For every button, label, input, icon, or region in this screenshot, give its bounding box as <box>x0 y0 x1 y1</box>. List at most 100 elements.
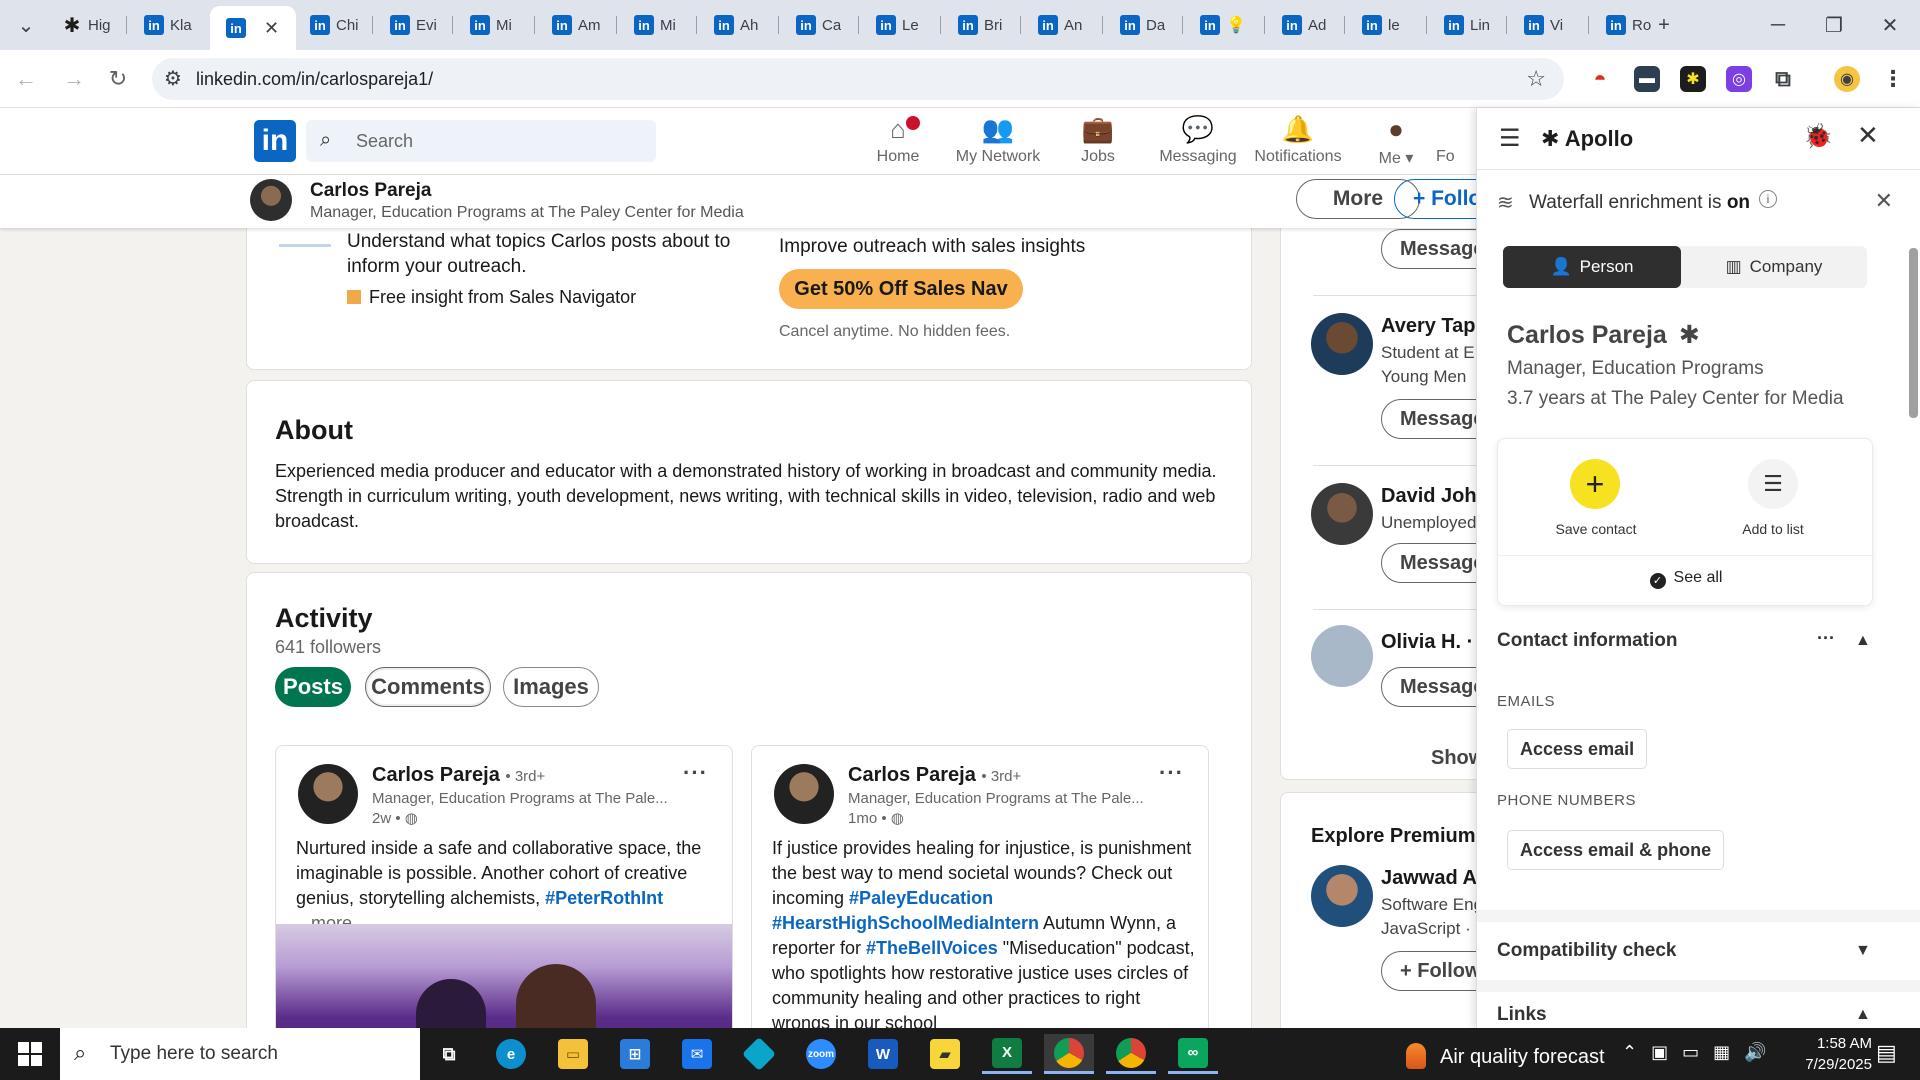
contact-information-heading[interactable]: Contact information <box>1497 630 1678 652</box>
linkedin-search-input[interactable]: ⌕ Search <box>306 120 656 162</box>
compatibility-check-heading[interactable]: Compatibility check <box>1497 940 1677 962</box>
close-icon[interactable]: ✕ <box>1857 120 1879 151</box>
app-diamond-icon[interactable] <box>734 1034 784 1074</box>
browser-tab[interactable]: in Ah <box>698 8 778 42</box>
activity-post-1[interactable]: Carlos Pareja • 3rd+ Manager, Education … <box>275 745 733 1071</box>
sticky-notes-icon[interactable]: ▰ <box>920 1034 970 1074</box>
site-info-icon[interactable]: ⚙ <box>164 66 182 91</box>
reload-button[interactable]: ↻ <box>98 59 138 99</box>
task-view-icon[interactable]: ⧉ <box>424 1034 474 1074</box>
address-bar[interactable]: ⚙ linkedin.com/in/carlospareja1/ ☆ <box>152 58 1564 100</box>
clock[interactable]: 1:58 AM 7/29/2025 <box>1782 1033 1872 1075</box>
chrome-profile-icon[interactable] <box>1106 1034 1156 1074</box>
screen-extension-icon[interactable]: ▬ <box>1634 66 1660 92</box>
nav-item-briefcase[interactable]: 💼 Jobs <box>1048 114 1148 166</box>
bookmark-star-icon[interactable]: ☆ <box>1526 66 1546 92</box>
notification-icon[interactable]: ▤ <box>1876 1040 1897 1066</box>
browser-tab[interactable]: in Lin <box>1428 8 1508 42</box>
weather-widget[interactable]: Air quality forecast <box>1406 1043 1605 1069</box>
filter-images-button[interactable]: Images <box>503 667 599 707</box>
zoom-icon[interactable]: zoom <box>796 1034 846 1074</box>
post-author[interactable]: Carlos Pareja • 3rd+ <box>372 764 545 787</box>
person-name[interactable]: Avery Tapp <box>1381 315 1488 338</box>
avatar[interactable] <box>298 764 358 824</box>
post-menu-icon[interactable]: ··· <box>1159 760 1184 786</box>
post-hashtag[interactable]: #PeterRothInt <box>545 888 663 908</box>
chrome-menu-icon[interactable]: ⋮ <box>1880 66 1906 92</box>
nav-item-network[interactable]: 👥 My Network <box>948 114 1048 166</box>
chevron-up-icon[interactable]: ▲ <box>1855 632 1871 650</box>
bug-report-icon[interactable]: 🐞 <box>1803 122 1833 151</box>
menu-icon[interactable]: ☰ <box>1499 124 1521 153</box>
browser-tab[interactable]: in 💡 <box>1184 8 1264 42</box>
camera-icon[interactable]: ▣ <box>1651 1042 1668 1063</box>
post-menu-icon[interactable]: ··· <box>683 760 708 786</box>
nav-item-avatar[interactable]: ● Me ▾ <box>1346 114 1446 168</box>
browser-tab[interactable]: in ✕ <box>210 6 296 50</box>
person-name[interactable]: David John <box>1381 485 1489 508</box>
new-tab-button[interactable]: + <box>1644 8 1684 42</box>
chevron-up-icon[interactable]: ▲ <box>1855 1006 1871 1024</box>
browser-tab[interactable]: in Le <box>860 8 940 42</box>
tab-company[interactable]: ▥ Company <box>1685 246 1863 288</box>
linkedin-logo-icon[interactable]: in <box>254 120 296 162</box>
close-banner-icon[interactable]: ✕ <box>1875 188 1893 214</box>
browser-tab[interactable]: in Mi <box>454 8 534 42</box>
person-name[interactable]: Olivia H. · 3 <box>1381 631 1490 654</box>
battery-icon[interactable]: ▭ <box>1682 1042 1699 1063</box>
edge-icon[interactable]: e <box>486 1034 536 1074</box>
avatar[interactable] <box>774 764 834 824</box>
extensions-puzzle-icon[interactable]: ⧉ <box>1770 66 1796 92</box>
person-name[interactable]: Jawwad Ah <box>1381 867 1489 890</box>
chevron-down-icon[interactable]: ▼ <box>1855 942 1871 960</box>
see-all-button[interactable]: ✓ See all <box>1498 569 1874 589</box>
browser-tab[interactable]: in Kla <box>128 8 208 42</box>
chrome-icon[interactable] <box>1044 1034 1094 1074</box>
filter-comments-button[interactable]: Comments <box>365 667 491 707</box>
activity-post-2[interactable]: Carlos Pareja • 3rd+ Manager, Education … <box>751 745 1209 1071</box>
browser-tab[interactable]: in Mi <box>618 8 698 42</box>
links-heading[interactable]: Links <box>1497 1004 1547 1026</box>
sales-nav-offer-button[interactable]: Get 50% Off Sales Nav <box>779 269 1023 309</box>
forward-button[interactable]: → <box>54 59 94 99</box>
back-button[interactable]: ← <box>6 59 46 99</box>
avatar[interactable] <box>1311 865 1373 927</box>
nav-item-bell[interactable]: 🔔 Notifications <box>1248 114 1348 166</box>
store-icon[interactable]: ⊞ <box>610 1034 660 1074</box>
browser-tab[interactable]: in Bri <box>942 8 1022 42</box>
access-email-phone-button[interactable]: Access email & phone <box>1507 830 1725 870</box>
browser-tab[interactable]: in Ca <box>780 8 860 42</box>
add-to-list-button[interactable]: ☰ <box>1748 459 1798 509</box>
apollo-scrollbar[interactable] <box>1905 108 1920 1028</box>
browser-tab[interactable]: in le <box>1346 8 1426 42</box>
browser-tab[interactable]: ✱ Hig <box>46 8 126 42</box>
browser-tab[interactable]: in Ad <box>1266 8 1346 42</box>
more-options-icon[interactable]: ··· <box>1817 628 1835 649</box>
word-icon[interactable]: W <box>858 1034 908 1074</box>
nav-item-home[interactable]: ⌂ Home <box>848 114 948 166</box>
mail-icon[interactable]: ✉ <box>672 1034 722 1074</box>
browser-tab[interactable]: in An <box>1022 8 1102 42</box>
browser-tab[interactable]: in Evi <box>374 8 454 42</box>
pokeball-extension-icon[interactable]: ◓ <box>1587 66 1613 92</box>
chevron-up-icon[interactable]: ⌃ <box>1622 1042 1637 1063</box>
save-contact-button[interactable]: + <box>1570 459 1620 509</box>
tab-person[interactable]: 👤 Person <box>1503 246 1681 288</box>
avatar[interactable] <box>1311 625 1373 687</box>
browser-tab[interactable]: in Vi <box>1508 8 1588 42</box>
file-explorer-icon[interactable]: ▭ <box>548 1034 598 1074</box>
network-icon[interactable]: ▦ <box>1713 1042 1730 1063</box>
taskbar-search-input[interactable]: ⌕ Type here to search <box>60 1028 420 1080</box>
browser-tab[interactable]: in Am <box>536 8 616 42</box>
color-extension-icon[interactable]: ◎ <box>1726 66 1752 92</box>
close-window-button[interactable]: ✕ <box>1870 8 1910 42</box>
windows-start-icon[interactable] <box>18 1042 42 1066</box>
post-author[interactable]: Carlos Pareja • 3rd+ <box>848 764 1021 787</box>
infinity-app-icon[interactable]: ∞ <box>1168 1034 1218 1074</box>
browser-tab[interactable]: in Da <box>1104 8 1184 42</box>
tab-search-chevron-icon[interactable]: ⌄ <box>6 8 46 42</box>
browser-tab[interactable]: in Chi <box>294 8 374 42</box>
nav-item-overflow[interactable]: Fo <box>1436 114 1476 166</box>
volume-icon[interactable]: 🔊 <box>1744 1042 1766 1063</box>
avatar[interactable] <box>1311 313 1373 375</box>
